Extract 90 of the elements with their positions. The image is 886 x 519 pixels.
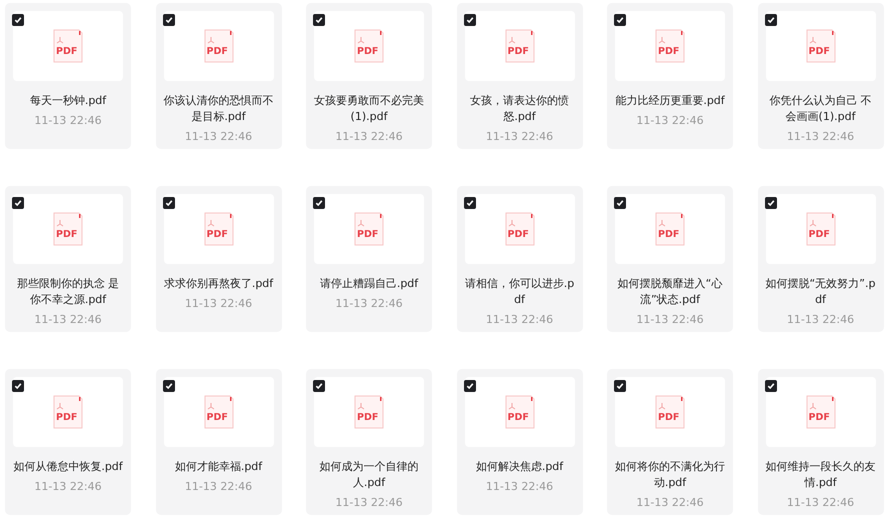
file-card[interactable]: PDF 如何摆脱“无效努力”.pdf 11-13 22:46 — [758, 186, 884, 332]
file-name: 请相信，你可以进步.pdf — [464, 276, 576, 308]
file-card[interactable]: PDF 请相信，你可以进步.pdf 11-13 22:46 — [456, 186, 582, 332]
file-name: 如何摆脱“无效努力”.pdf — [764, 276, 876, 308]
checkbox[interactable] — [162, 380, 174, 392]
file-date: 11-13 22:46 — [335, 130, 403, 143]
file-name: 能力比经历更重要.pdf — [614, 93, 726, 109]
pdf-file-icon: PDF — [204, 395, 234, 429]
checkbox[interactable] — [162, 197, 174, 209]
file-date: 11-13 22:46 — [636, 496, 704, 509]
pdf-file-icon: PDF — [504, 212, 534, 246]
file-card[interactable]: PDF 如何将你的不满化为行动.pdf 11-13 22:46 — [607, 369, 733, 515]
file-card[interactable]: PDF 你该认清你的恐惧而不是目标.pdf 11-13 22:46 — [156, 3, 282, 149]
pdf-file-icon: PDF — [655, 212, 685, 246]
checkbox[interactable] — [464, 14, 476, 26]
checkbox[interactable] — [614, 197, 626, 209]
file-card[interactable]: PDF 请停止糟蹋自己.pdf 11-13 22:46 — [306, 186, 432, 332]
file-card[interactable]: PDF 每天一秒钟.pdf 11-13 22:46 — [5, 3, 131, 149]
file-card[interactable]: PDF 求求你别再熬夜了.pdf 11-13 22:46 — [156, 186, 282, 332]
file-name: 你凭什么认为自己 不会画画(1).pdf — [768, 93, 873, 125]
file-name: 女孩，请表达你的愤怒.pdf — [469, 93, 570, 125]
pdf-file-icon: PDF — [354, 212, 384, 246]
file-date: 11-13 22:46 — [184, 297, 252, 310]
file-date: 11-13 22:46 — [786, 313, 854, 326]
file-card[interactable]: PDF 如何从倦怠中恢复.pdf 11-13 22:46 — [5, 369, 131, 515]
checkbox[interactable] — [464, 380, 476, 392]
file-name: 如何摆脱颓靡进入“心流”状态.pdf — [616, 276, 724, 308]
file-date: 11-13 22:46 — [486, 313, 554, 326]
pdf-file-icon: PDF — [204, 212, 234, 246]
file-name: 求求你别再熬夜了.pdf — [162, 276, 274, 292]
file-date: 11-13 22:46 — [335, 496, 403, 509]
checkbox[interactable] — [12, 380, 24, 392]
checkbox[interactable] — [764, 14, 776, 26]
checkbox[interactable] — [313, 380, 325, 392]
file-name: 如何解决焦虑.pdf — [474, 459, 564, 475]
file-card[interactable]: PDF 能力比经历更重要.pdf 11-13 22:46 — [607, 3, 733, 149]
file-name: 如何才能幸福.pdf — [174, 459, 264, 475]
pdf-file-icon: PDF — [806, 395, 836, 429]
checkbox[interactable] — [313, 14, 325, 26]
pdf-file-icon: PDF — [655, 395, 685, 429]
file-date: 11-13 22:46 — [636, 114, 704, 127]
checkbox[interactable] — [764, 380, 776, 392]
file-card[interactable]: PDF 如何维持一段长久的友情.pdf 11-13 22:46 — [758, 369, 884, 515]
checkbox[interactable] — [614, 14, 626, 26]
checkbox[interactable] — [12, 197, 24, 209]
checkbox[interactable] — [162, 14, 174, 26]
file-date: 11-13 22:46 — [486, 130, 554, 143]
file-name: 如何从倦怠中恢复.pdf — [12, 459, 124, 475]
file-card[interactable]: PDF 如何摆脱颓靡进入“心流”状态.pdf 11-13 22:46 — [607, 186, 733, 332]
file-date: 11-13 22:46 — [335, 297, 403, 310]
pdf-file-icon: PDF — [806, 29, 836, 63]
file-card[interactable]: PDF 女孩要勇敢而不必完美(1).pdf 11-13 22:46 — [306, 3, 432, 149]
pdf-file-icon: PDF — [354, 29, 384, 63]
pdf-file-icon: PDF — [655, 29, 685, 63]
pdf-file-icon: PDF — [53, 212, 83, 246]
file-card[interactable]: PDF 如何成为一个自律的人.pdf 11-13 22:46 — [306, 369, 432, 515]
file-name: 你该认清你的恐惧而不是目标.pdf — [162, 93, 274, 125]
file-date: 11-13 22:46 — [786, 496, 854, 509]
file-name: 女孩要勇敢而不必完美(1).pdf — [313, 93, 425, 125]
file-name: 每天一秒钟.pdf — [28, 93, 108, 109]
file-date: 11-13 22:46 — [486, 480, 554, 493]
pdf-file-icon: PDF — [53, 29, 83, 63]
file-date: 11-13 22:46 — [34, 313, 102, 326]
file-name: 请停止糟蹋自己.pdf — [318, 276, 420, 292]
pdf-file-icon: PDF — [53, 395, 83, 429]
pdf-file-icon: PDF — [504, 29, 534, 63]
file-name: 那些限制你的执念 是你不幸之源.pdf — [16, 276, 120, 308]
file-date: 11-13 22:46 — [34, 480, 102, 493]
file-date: 11-13 22:46 — [34, 114, 102, 127]
file-card[interactable]: PDF 那些限制你的执念 是你不幸之源.pdf 11-13 22:46 — [5, 186, 131, 332]
checkbox[interactable] — [464, 197, 476, 209]
file-card[interactable]: PDF 如何解决焦虑.pdf 11-13 22:46 — [456, 369, 582, 515]
file-date: 11-13 22:46 — [184, 480, 252, 493]
pdf-file-icon: PDF — [806, 212, 836, 246]
file-card[interactable]: PDF 你凭什么认为自己 不会画画(1).pdf 11-13 22:46 — [758, 3, 884, 149]
file-date: 11-13 22:46 — [636, 313, 704, 326]
file-card[interactable]: PDF 如何才能幸福.pdf 11-13 22:46 — [156, 369, 282, 515]
file-date: 11-13 22:46 — [184, 130, 252, 143]
file-name: 如何将你的不满化为行动.pdf — [614, 459, 726, 491]
checkbox[interactable] — [614, 380, 626, 392]
file-date: 11-13 22:46 — [786, 130, 854, 143]
pdf-file-icon: PDF — [204, 29, 234, 63]
checkbox[interactable] — [12, 14, 24, 26]
checkbox[interactable] — [313, 197, 325, 209]
pdf-file-icon: PDF — [354, 395, 384, 429]
file-name: 如何维持一段长久的友情.pdf — [764, 459, 876, 491]
checkbox[interactable] — [764, 197, 776, 209]
file-name: 如何成为一个自律的人.pdf — [318, 459, 420, 491]
file-card[interactable]: PDF 女孩，请表达你的愤怒.pdf 11-13 22:46 — [456, 3, 582, 149]
pdf-file-icon: PDF — [504, 395, 534, 429]
